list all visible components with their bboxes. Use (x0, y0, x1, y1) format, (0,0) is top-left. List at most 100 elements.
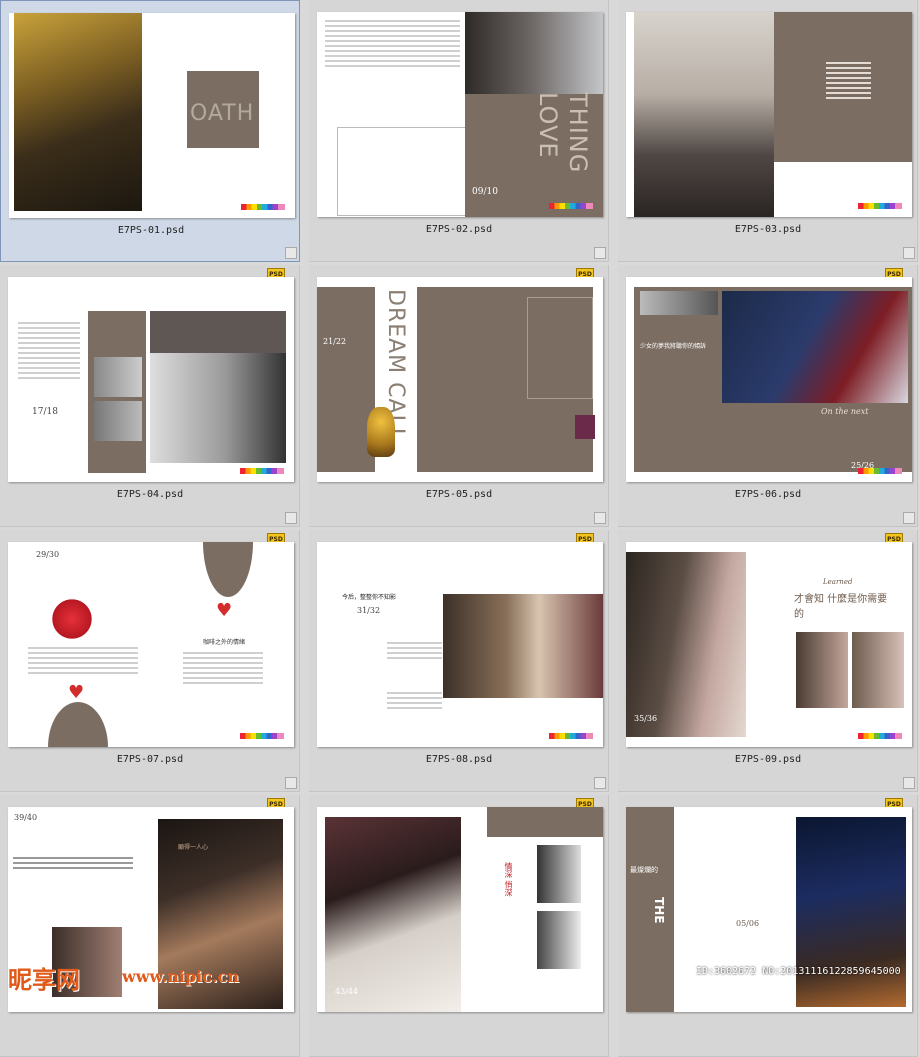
page-number: 39/40 (14, 813, 38, 822)
body-text (13, 857, 133, 872)
brown-strip (487, 807, 603, 837)
thumbnail-03 (626, 12, 912, 217)
brown-strip (626, 807, 674, 1012)
file-name: E7PS-04.psd (116, 489, 184, 500)
thumbnail-11: 43/44 情深 悄深 (317, 807, 603, 1012)
photo-small-1 (94, 357, 142, 397)
file-name: E7PS-07.psd (116, 754, 184, 765)
page-number: 35/36 (634, 714, 658, 723)
thumbnail-02: THING LOVE 09/10 (317, 12, 603, 217)
file-tile-03[interactable]: E7PS-03.psd (618, 0, 918, 262)
page-number: 05/06 (736, 919, 760, 928)
thumbnail-01: OATH (9, 13, 295, 218)
page-curl (903, 247, 915, 259)
thumbnail-06: 少女的夢我將聽你的傾訴 On the next 25/26 (626, 277, 912, 482)
frame (527, 297, 593, 399)
file-tile-04[interactable]: PSD 17/18 E7PS-04.psd (0, 265, 300, 527)
learned-text: Learned (823, 578, 853, 586)
photo-dancer (634, 12, 774, 217)
file-name: E7PS-02.psd (425, 224, 493, 235)
body-text (28, 647, 138, 677)
watermark-id: ID:3602672 NO:20131116122859645000 (696, 966, 901, 977)
file-tile-06[interactable]: PSD 少女的夢我將聽你的傾訴 On the next 25/26 E7PS-0… (618, 265, 918, 527)
photo-sofa-couple (722, 291, 908, 403)
page-curl (903, 512, 915, 524)
frame (337, 127, 467, 216)
color-bars (549, 733, 593, 739)
the-text: THE (652, 897, 666, 924)
body-text (826, 62, 871, 102)
photo-woman (465, 12, 603, 94)
page-number: 17/18 (32, 407, 58, 417)
photo-couple-cheongsam (626, 552, 746, 737)
file-name: E7PS-01.psd (117, 225, 185, 236)
photo-couple-close (443, 594, 603, 698)
body-text (387, 642, 442, 662)
file-name: E7PS-09.psd (734, 754, 802, 765)
body-text (387, 692, 442, 712)
file-tile-11[interactable]: PSD 43/44 情深 悄深 (309, 795, 609, 1057)
photo-couple (14, 13, 142, 211)
color-bars (858, 733, 902, 739)
page-curl (285, 247, 297, 259)
page-curl (594, 247, 606, 259)
watermark-url: www.nipic.cn (122, 967, 239, 986)
heading-text: 最燦爛的 (630, 866, 658, 874)
heart-icon: ♥ (216, 600, 233, 621)
body-text (183, 652, 263, 687)
color-bars (549, 203, 593, 209)
photo-small-1 (537, 845, 581, 903)
flower-vase-icon (48, 597, 96, 641)
color-bars (240, 733, 284, 739)
page-number: 31/32 (357, 606, 381, 615)
drop-shape-top (203, 542, 253, 597)
body-text (325, 20, 460, 70)
photo-wedding (325, 817, 461, 1012)
thumbnail-09: 35/36 Learned 才會知 什麼是你需要的 (626, 542, 912, 747)
heading-text: 咖啡之外的情緒 (203, 639, 246, 646)
file-tile-08[interactable]: PSD 今后，整整你不知影 31/32 E7PS-08.psd (309, 530, 609, 792)
thumbnail-07: 29/30 ♥ ♥ 咖啡之外的情緒 (8, 542, 294, 747)
thumbnail-12: 最燦爛的 THE 05/06 (626, 807, 912, 1012)
photo-couple-bw (150, 353, 286, 463)
file-tile-12[interactable]: PSD 最燦爛的 THE 05/06 (618, 795, 918, 1057)
photo-tiny (575, 415, 595, 439)
page-curl (903, 777, 915, 789)
file-name: E7PS-03.psd (734, 224, 802, 235)
on-the-next-text: On the next (821, 407, 869, 416)
drop-shape (48, 702, 108, 747)
page-curl (594, 777, 606, 789)
heading-thing-love: THING LOVE (534, 92, 592, 174)
photo-small-1 (796, 632, 848, 708)
file-tile-07[interactable]: PSD 29/30 ♥ ♥ 咖啡之外的情緒 E7PS-07.psd (0, 530, 300, 792)
dark-strip (150, 311, 286, 353)
thumbnail-05: 21/22 DREAM CALL (317, 277, 603, 482)
file-name: E7PS-08.psd (425, 754, 493, 765)
file-tile-02[interactable]: THING LOVE 09/10 E7PS-02.psd (309, 0, 609, 262)
photo-small-2 (94, 401, 142, 441)
photo-strip (640, 291, 718, 315)
heading-text: 才會知 什麼是你需要的 (794, 594, 888, 620)
file-name: E7PS-06.psd (734, 489, 802, 500)
file-tile-09[interactable]: PSD 35/36 Learned 才會知 什麼是你需要的 E7PS-09.ps… (618, 530, 918, 792)
page-number: 21/22 (323, 337, 347, 346)
page-curl (285, 777, 297, 789)
file-name: E7PS-05.psd (425, 489, 493, 500)
file-tile-01[interactable]: OATH E7PS-01.psd (0, 0, 300, 262)
gramophone-icon (367, 407, 395, 457)
heart-icon: ♥ (68, 682, 85, 703)
heading-text: 情深 悄深 (504, 862, 513, 897)
heading-oath: OATH (190, 101, 255, 126)
heading-text: 願得一人心 (178, 844, 209, 851)
photo-small-2 (537, 911, 581, 969)
body-text (18, 322, 80, 382)
photo-night-city (796, 817, 906, 1007)
page-curl (285, 512, 297, 524)
thumbnail-08: 今后，整整你不知影 31/32 (317, 542, 603, 747)
file-tile-10[interactable]: PSD 39/40 願得一人心 (0, 795, 300, 1057)
heading-text: 今后，整整你不知影 (342, 594, 397, 601)
page-curl (594, 512, 606, 524)
page-number: 09/10 (472, 187, 498, 197)
page-number: 29/30 (36, 550, 60, 559)
file-tile-05[interactable]: PSD 21/22 DREAM CALL E7PS-05.psd (309, 265, 609, 527)
